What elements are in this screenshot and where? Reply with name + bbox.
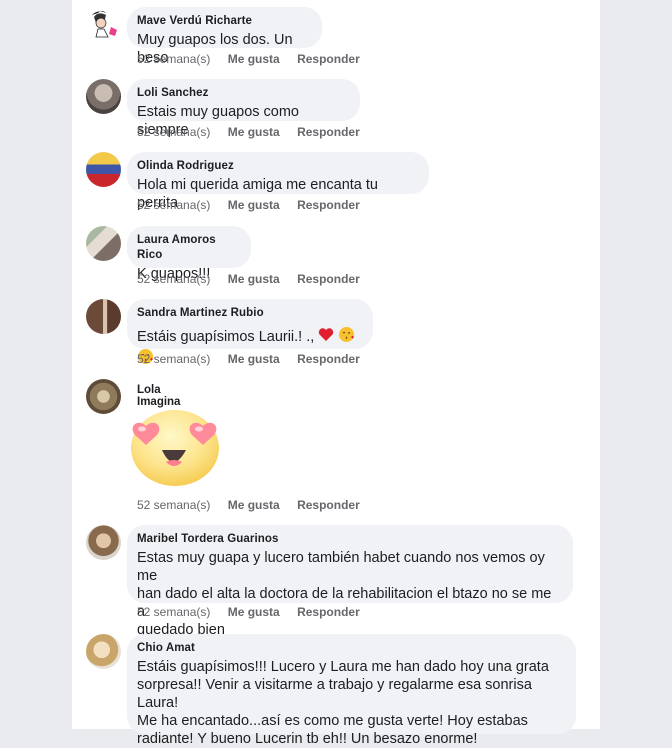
avatar[interactable] xyxy=(86,152,121,187)
comment-bubble: Laura Amoros Rico K guapos!!! xyxy=(127,226,251,282)
like-button[interactable]: Me gusta xyxy=(228,198,280,212)
reply-button[interactable]: Responder xyxy=(297,605,360,619)
avatar[interactable] xyxy=(86,379,121,414)
comment-text-line: radiante! Y bueno Lucerin tb eh!! Un bes… xyxy=(137,731,478,747)
like-button[interactable]: Me gusta xyxy=(228,498,280,512)
comment-actions: 52 semana(s) Me gusta Responder xyxy=(137,605,374,619)
comment-time[interactable]: 52 semana(s) xyxy=(137,352,210,366)
comment-actions: 52 semana(s) Me gusta Responder xyxy=(137,125,374,139)
comment-bubble: Maribel Tordera Guarinos Estas muy guapa… xyxy=(127,525,573,638)
comment-author[interactable]: Loli Sanchez xyxy=(137,86,350,101)
like-button[interactable]: Me gusta xyxy=(228,52,280,66)
comment-author[interactable]: Chio Amat xyxy=(137,641,566,656)
comment-text-content: Estáis guapísimos Laurii.! ., xyxy=(137,328,315,345)
heart-emoji-icon xyxy=(318,327,334,347)
comment-author[interactable]: Sandra Martinez Rubio xyxy=(137,306,363,321)
avatar[interactable] xyxy=(86,226,121,261)
comment-bubble: Olinda Rodriguez Hola mi querida amiga m… xyxy=(127,152,429,211)
comment-actions: 52 semana(s) Me gusta Responder xyxy=(137,272,374,286)
like-button[interactable]: Me gusta xyxy=(228,352,280,366)
comment-actions: 52 semana(s) Me gusta Responder xyxy=(137,498,374,512)
comment-text: Estáis guapísimos!!! Lucero y Laura me h… xyxy=(137,658,566,748)
comment-author[interactable]: Olinda Rodriguez xyxy=(137,159,419,174)
comment-author[interactable]: Mave Verdú Richarte xyxy=(137,14,312,29)
comment-time[interactable]: 52 semana(s) xyxy=(137,125,210,139)
reply-button[interactable]: Responder xyxy=(297,272,360,286)
comment-time[interactable]: 52 semana(s) xyxy=(137,498,210,512)
avatar[interactable] xyxy=(86,7,121,42)
comment-bubble: Mave Verdú Richarte Muy guapos los dos. … xyxy=(127,7,322,66)
comment-text-line: Estáis guapísimos!!! Lucero y Laura me h… xyxy=(137,659,549,675)
comment-bubble: Sandra Martinez Rubio Estáis guapísimos … xyxy=(127,299,373,364)
reply-button[interactable]: Responder xyxy=(297,52,360,66)
comment-actions: 52 semana(s) Me gusta Responder xyxy=(137,352,374,366)
reply-button[interactable]: Responder xyxy=(297,198,360,212)
comment-text: Estas muy guapa y lucero también habet c… xyxy=(137,549,563,639)
like-button[interactable]: Me gusta xyxy=(228,125,280,139)
comment-actions: 52 semana(s) Me gusta Responder xyxy=(137,52,374,66)
comment-text-line: Estas muy guapa y lucero también habet c… xyxy=(137,550,545,584)
comment-text-line: sorpresa!! Venir a visitarme a trabajo y… xyxy=(137,677,532,711)
comment-actions: 52 semana(s) Me gusta Responder xyxy=(137,198,374,212)
avatar[interactable] xyxy=(86,525,121,560)
comment-author[interactable]: Maribel Tordera Guarinos xyxy=(137,532,563,547)
comment-time[interactable]: 52 semana(s) xyxy=(137,52,210,66)
reply-button[interactable]: Responder xyxy=(297,125,360,139)
avatar[interactable] xyxy=(86,634,121,669)
comment-time[interactable]: 52 semana(s) xyxy=(137,272,210,286)
avatar[interactable] xyxy=(86,79,121,114)
comment-text-line: Me ha encantado...así es como me gusta v… xyxy=(137,713,528,729)
reply-button[interactable]: Responder xyxy=(297,498,360,512)
like-button[interactable]: Me gusta xyxy=(228,605,280,619)
comment-time[interactable]: 52 semana(s) xyxy=(137,605,210,619)
reply-button[interactable]: Responder xyxy=(297,352,360,366)
like-button[interactable]: Me gusta xyxy=(228,272,280,286)
comment-time[interactable]: 52 semana(s) xyxy=(137,198,210,212)
avatar[interactable] xyxy=(86,299,121,334)
comment-bubble: Chio Amat Estáis guapísimos!!! Lucero y … xyxy=(127,634,576,747)
comment-bubble: Loli Sanchez Estais muy guapos como siem… xyxy=(127,79,360,138)
comment-author[interactable]: Laura Amoros Rico xyxy=(137,233,241,263)
heart-eyes-sticker-icon xyxy=(126,404,226,490)
kiss-emoji-icon xyxy=(338,326,355,348)
